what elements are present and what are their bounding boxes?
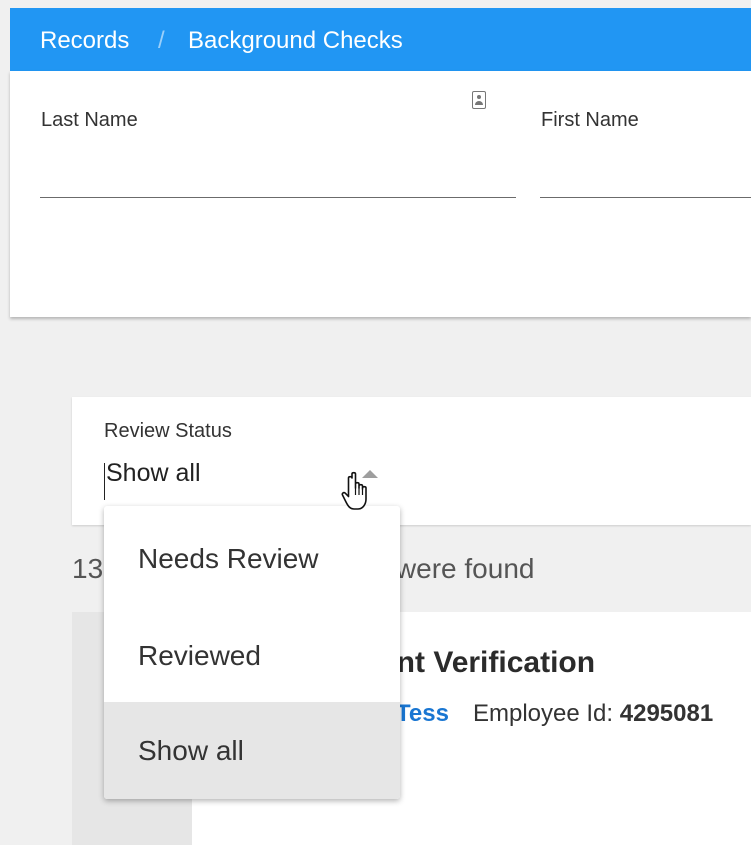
option-show-all[interactable]: Show all — [104, 702, 400, 799]
last-name-input[interactable] — [41, 158, 461, 188]
breadcrumb-records[interactable]: Records — [40, 26, 129, 56]
contact-card-icon[interactable] — [472, 91, 486, 109]
breadcrumb-background-checks[interactable]: Background Checks — [188, 26, 403, 56]
result-employee-id: Employee Id: 4295081 — [473, 700, 713, 728]
results-count-prefix: 13 — [72, 553, 104, 584]
option-reviewed[interactable]: Reviewed — [104, 607, 400, 704]
last-name-label: Last Name — [41, 109, 138, 131]
first-name-label: First Name — [541, 109, 639, 131]
review-status-label: Review Status — [104, 420, 232, 442]
employee-id-value: 4295081 — [619, 700, 714, 727]
first-name-input[interactable] — [541, 158, 741, 188]
hand-pointer-icon — [341, 471, 367, 510]
option-needs-review[interactable]: Needs Review — [104, 510, 400, 607]
text-caret — [104, 463, 105, 500]
result-employee-name-link[interactable]: Tess — [396, 700, 449, 728]
review-status-select[interactable]: Show all — [106, 459, 201, 488]
top-bar: Records / Background Checks — [10, 8, 751, 71]
result-title[interactable]: ent Verification — [380, 646, 595, 680]
first-name-underline — [540, 197, 751, 198]
filter-panel — [10, 71, 751, 317]
last-name-underline — [40, 197, 516, 198]
breadcrumb-separator: / — [158, 27, 165, 54]
review-status-dropdown: Needs Review Reviewed Show all — [104, 506, 400, 799]
employee-id-label: Employee Id: — [473, 700, 614, 727]
